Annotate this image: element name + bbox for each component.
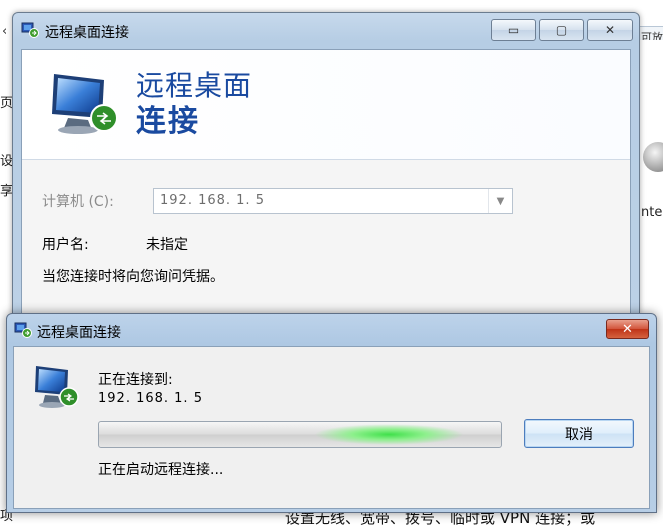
background-right-text: nte — [641, 205, 663, 220]
window-titlebar[interactable]: 远程桌面连接 ▭ ▢ ✕ — [13, 13, 639, 49]
connecting-dialog: 远程桌面连接 ✕ 正在连接到: 192. 168. 1. 5 取消 正在启动远程… — [6, 313, 657, 513]
banner: 远程桌面 连接 — [22, 50, 630, 160]
window-title: 远程桌面连接 — [45, 25, 129, 41]
window-controls: ▭ ▢ ✕ — [491, 19, 633, 41]
window-body: 远程桌面 连接 计算机 (C): 192. 168. 1. 5 ▼ 用户名: 未… — [21, 49, 631, 317]
computer-label: 计算机 (C): — [42, 194, 114, 210]
connection-status: 正在启动远程连接... — [98, 462, 224, 478]
background-right-panel — [640, 40, 663, 340]
computer-monitor-icon — [52, 74, 118, 134]
computer-combobox[interactable]: 192. 168. 1. 5 ▼ — [153, 188, 513, 214]
connecting-address: 192. 168. 1. 5 — [98, 391, 203, 406]
banner-title-line2: 连接 — [136, 104, 200, 139]
credentials-hint: 当您连接时将向您询问凭据。 — [42, 269, 224, 285]
progress-marquee — [314, 424, 464, 445]
remote-desktop-icon — [14, 322, 32, 338]
computer-value: 192. 168. 1. 5 — [160, 193, 265, 208]
remote-desktop-icon — [21, 22, 39, 38]
cancel-button[interactable]: 取消 — [524, 419, 634, 448]
dialog-title: 远程桌面连接 — [37, 325, 121, 341]
computer-monitor-icon — [35, 366, 79, 408]
maximize-button[interactable]: ▢ — [539, 19, 584, 41]
dialog-body: 正在连接到: 192. 168. 1. 5 取消 正在启动远程连接... — [13, 346, 650, 509]
username-value: 未指定 — [146, 237, 188, 253]
close-button[interactable]: ✕ — [587, 19, 633, 41]
back-chevron-icon[interactable]: ‹ — [2, 24, 7, 39]
chevron-down-icon[interactable]: ▼ — [488, 189, 512, 213]
connection-form: 计算机 (C): 192. 168. 1. 5 ▼ 用户名: 未指定 当您连接时… — [22, 160, 630, 317]
progress-bar — [98, 421, 502, 448]
dialog-close-button[interactable]: ✕ — [606, 319, 649, 339]
remote-desktop-window: 远程桌面连接 ▭ ▢ ✕ 远程桌面 连接 计算机 (C): 192. 168. … — [12, 12, 640, 317]
connecting-label: 正在连接到: — [98, 372, 173, 388]
minimize-button[interactable]: ▭ — [491, 19, 536, 41]
username-label: 用户名: — [42, 237, 89, 253]
